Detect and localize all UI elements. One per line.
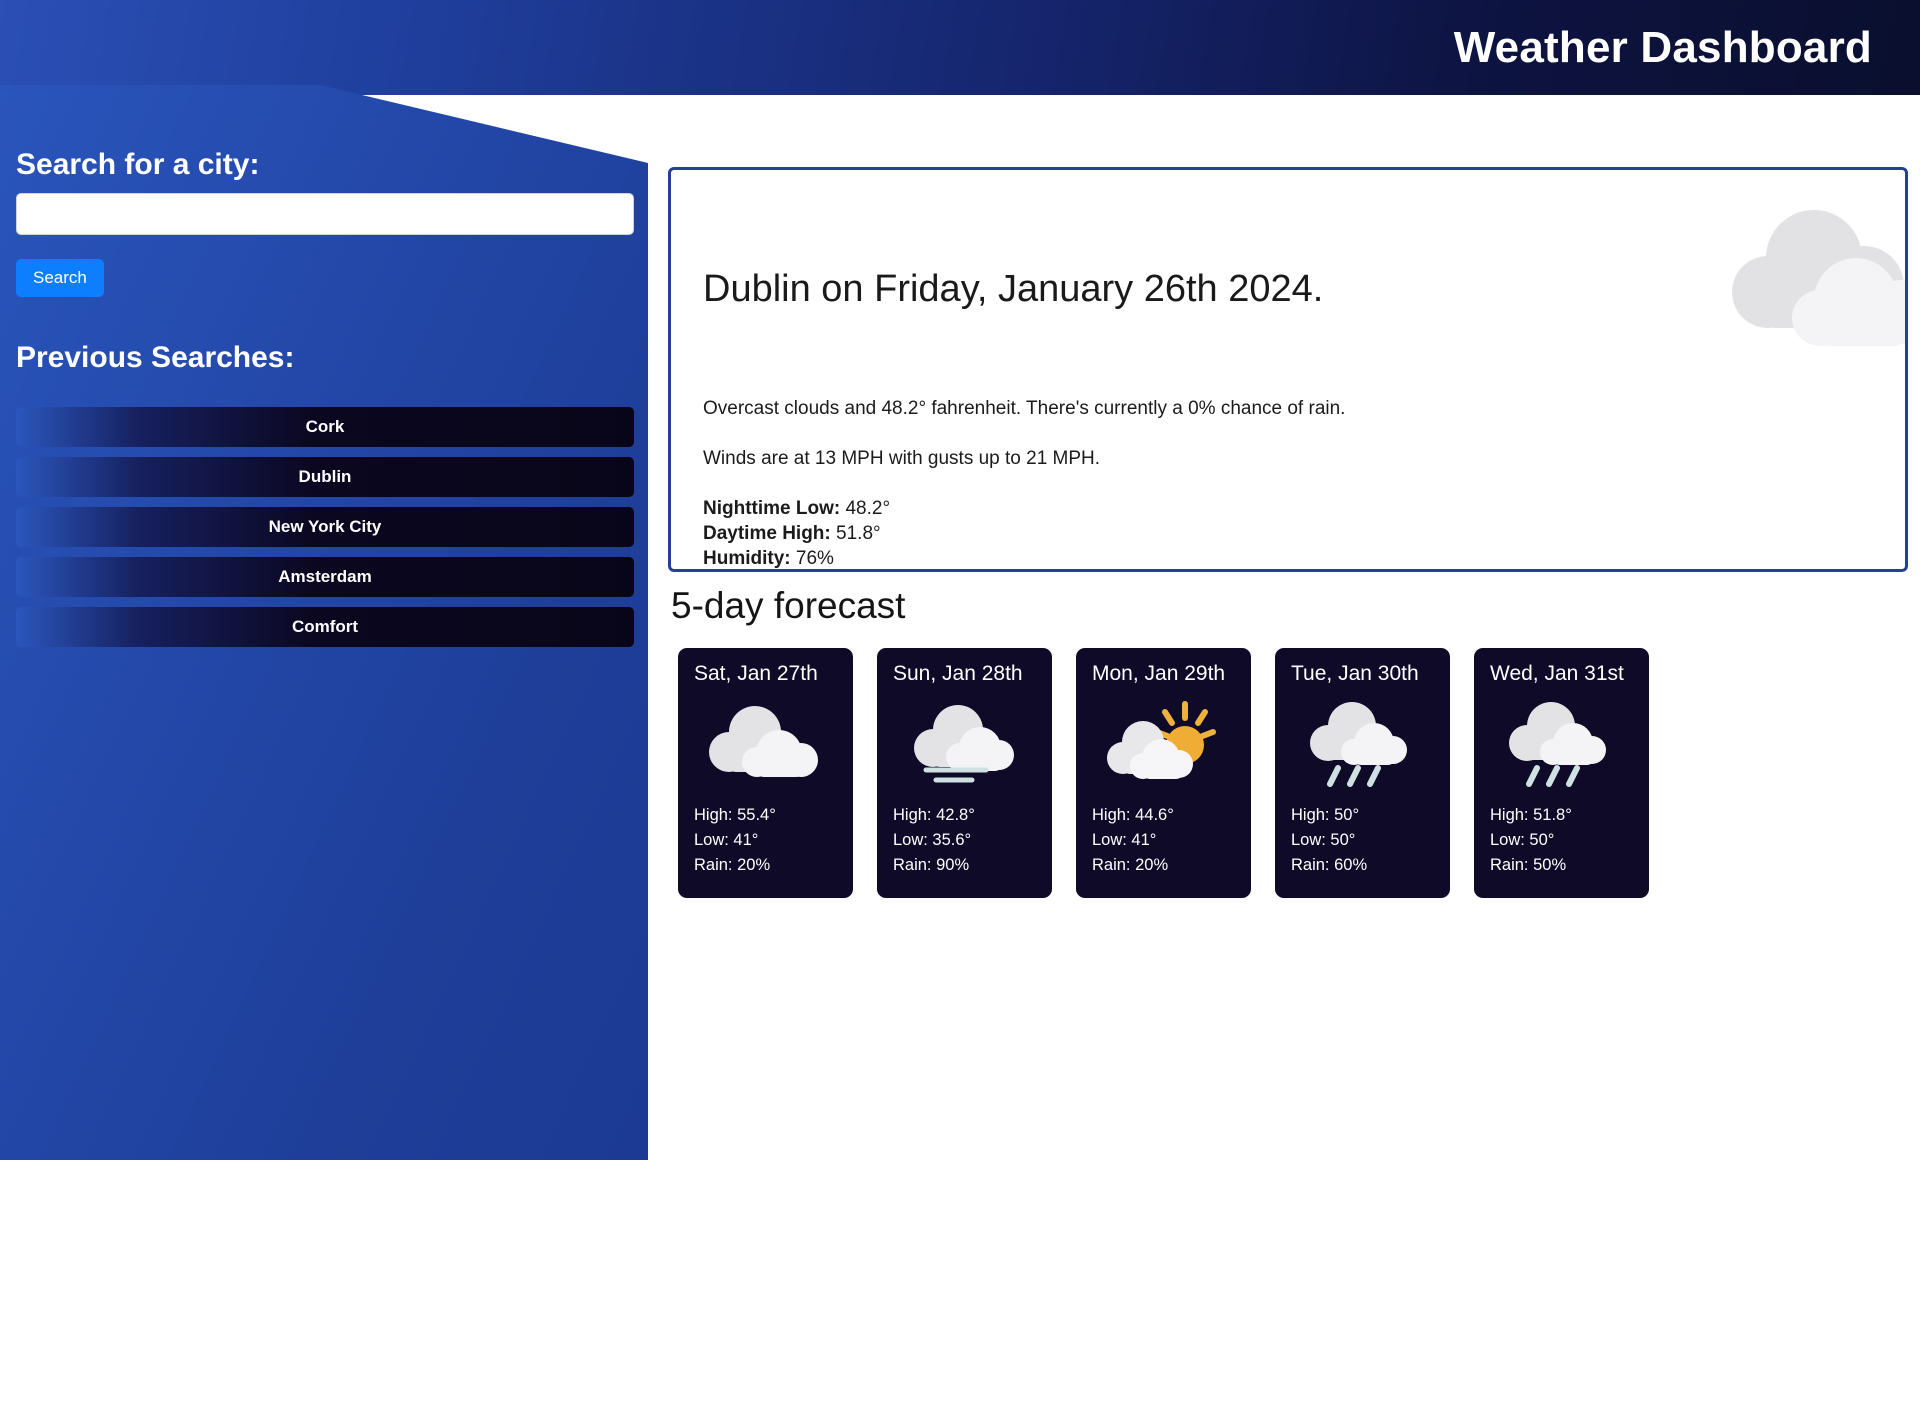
current-conditions-text: Overcast clouds and 48.2° fahrenheit. Th… (703, 398, 1346, 419)
forecast-rain: Rain: 60% (1291, 855, 1368, 874)
forecast-high: High: 42.8° (893, 805, 975, 824)
search-input[interactable] (16, 193, 634, 235)
history-item[interactable]: Cork (16, 407, 634, 447)
forecast-card: Wed, Jan 31st High: 51.8° Low: 50° Rain:… (1474, 648, 1649, 898)
forecast-card: Tue, Jan 30th High: 50° Low: 50° Rain: 6… (1275, 648, 1450, 898)
current-weather-title: Dublin on Friday, January 26th 2024. (703, 268, 1324, 310)
daytime-high-row: Daytime High: 51.8° (703, 521, 890, 546)
nighttime-low-label: Nighttime Low: (703, 498, 841, 519)
overcast-clouds-icon (1732, 210, 1905, 346)
windy-cloud-icon (913, 705, 1014, 783)
previous-searches-list: Cork Dublin New York City Amsterdam Comf… (16, 407, 634, 657)
humidity-row: Humidity: 76% (703, 546, 890, 570)
history-item[interactable]: Amsterdam (16, 557, 634, 597)
search-button[interactable]: Search (16, 259, 104, 297)
forecast-stats: High: 42.8° Low: 35.6° Rain: 90% (893, 803, 975, 878)
forecast-card: Sun, Jan 28th High: 42.8° Low: 35.6° Rai… (877, 648, 1052, 898)
forecast-heading: 5-day forecast (671, 585, 906, 626)
page-title: Weather Dashboard (1453, 22, 1872, 72)
forecast-card: Mon, Jan 29th High: 44.6° Low: 41° Rain:… (1076, 648, 1251, 898)
rain-cloud-icon (1309, 702, 1407, 787)
forecast-high: High: 44.6° (1092, 805, 1174, 824)
forecast-low: Low: 41° (694, 830, 759, 849)
history-item[interactable]: New York City (16, 507, 634, 547)
history-item[interactable]: Comfort (16, 607, 634, 647)
forecast-stats: High: 44.6° Low: 41° Rain: 20% (1092, 803, 1174, 878)
rain-cloud-icon (1508, 702, 1606, 787)
app-header: Weather Dashboard (0, 0, 1920, 95)
forecast-low: Low: 50° (1490, 830, 1555, 849)
forecast-high: High: 55.4° (694, 805, 776, 824)
forecast-high: High: 50° (1291, 805, 1360, 824)
forecast-day: Mon, Jan 29th (1092, 662, 1226, 685)
forecast-day: Sun, Jan 28th (893, 662, 1023, 685)
forecast-rain: Rain: 20% (694, 855, 771, 874)
sidebar: Search for a city: Search Previous Searc… (0, 85, 660, 1160)
forecast-card: Sat, Jan 27th High: 55.4° Low: 41° Rain:… (678, 648, 853, 898)
forecast-rain: Rain: 20% (1092, 855, 1169, 874)
forecast-day: Wed, Jan 31st (1490, 662, 1624, 685)
forecast-rain: Rain: 50% (1490, 855, 1567, 874)
forecast-list: Sat, Jan 27th High: 55.4° Low: 41° Rain:… (678, 648, 1649, 898)
daytime-high-label: Daytime High: (703, 523, 831, 545)
humidity-value: 76% (795, 548, 834, 570)
current-stats: Nighttime Low: 48.2° Daytime High: 51.8°… (703, 496, 890, 570)
forecast-low: Low: 41° (1092, 830, 1157, 849)
forecast-day: Sat, Jan 27th (694, 662, 818, 685)
forecast-high: High: 51.8° (1490, 805, 1572, 824)
nighttime-low-value: 48.2° (845, 498, 891, 519)
forecast-day: Tue, Jan 30th (1291, 662, 1419, 685)
search-heading: Search for a city: (16, 148, 260, 181)
forecast-low: Low: 35.6° (893, 830, 972, 849)
main-content: Dublin on Friday, January 26th 2024. Ove… (668, 95, 1920, 1403)
forecast-stats: High: 50° Low: 50° Rain: 60% (1291, 803, 1367, 878)
cloud-icon (708, 706, 818, 777)
forecast-rain: Rain: 90% (893, 855, 970, 874)
humidity-label: Humidity: (703, 548, 791, 570)
history-item[interactable]: Dublin (16, 457, 634, 497)
forecast-low: Low: 50° (1291, 830, 1356, 849)
forecast-stats: High: 51.8° Low: 50° Rain: 50% (1490, 803, 1572, 878)
nighttime-low-row: Nighttime Low: 48.2° (703, 496, 890, 521)
current-weather-card: Dublin on Friday, January 26th 2024. Ove… (668, 167, 1908, 572)
sun-behind-cloud-icon (1106, 701, 1216, 779)
daytime-high-value: 51.8° (836, 523, 881, 545)
previous-searches-heading: Previous Searches: (16, 341, 295, 374)
forecast-stats: High: 55.4° Low: 41° Rain: 20% (694, 803, 776, 878)
current-wind-text: Winds are at 13 MPH with gusts up to 21 … (703, 448, 1101, 469)
